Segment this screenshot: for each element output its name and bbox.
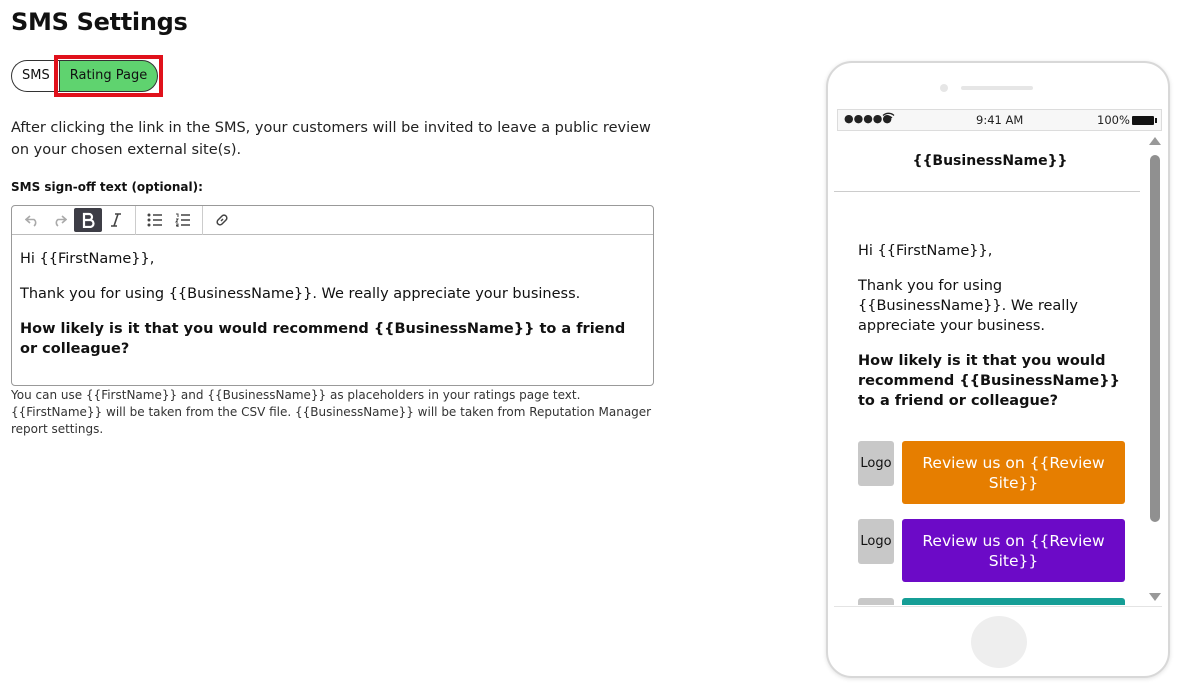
- redo-icon[interactable]: [46, 208, 74, 232]
- undo-icon[interactable]: [18, 208, 46, 232]
- review-site-logo: Logo: [858, 519, 894, 564]
- tab-sms[interactable]: SMS: [11, 60, 59, 92]
- speaker-bar: [961, 86, 1033, 90]
- scroll-up-arrow-icon[interactable]: [1149, 137, 1161, 145]
- tab-rating-page-wrapper: Rating Page: [53, 55, 164, 97]
- screen-bottom-border: [834, 606, 1162, 607]
- camera-dot: [940, 84, 948, 92]
- review-option: Logo Review us on {{Review Site}}: [858, 441, 1125, 504]
- phone-screen: ●●●●● 9:41 AM 100% {{BusinessName}} Hi {…: [834, 109, 1162, 605]
- bold-icon[interactable]: [74, 208, 102, 232]
- preview-message: Hi {{FirstName}}, Thank you for using {{…: [858, 241, 1128, 426]
- review-option: Logo Review us on {{Review Site}}: [858, 519, 1125, 582]
- review-button[interactable]: Review us on {{Review Site}}: [902, 519, 1125, 582]
- review-button[interactable]: [902, 598, 1125, 605]
- editor-thanks: Thank you for using {{BusinessName}}. We…: [20, 286, 581, 302]
- status-time: 9:41 AM: [976, 113, 1024, 127]
- page-title: SMS Settings: [11, 8, 188, 36]
- preview-business-name: {{BusinessName}}: [834, 131, 1140, 192]
- bullet-list-icon[interactable]: [141, 208, 169, 232]
- phone-preview: ●●●●● 9:41 AM 100% {{BusinessName}} Hi {…: [826, 61, 1170, 678]
- numbered-list-icon[interactable]: [169, 208, 197, 232]
- status-bar: ●●●●● 9:41 AM 100%: [837, 109, 1162, 131]
- editor-content[interactable]: Hi {{FirstName}}, Thank you for using {{…: [12, 235, 653, 373]
- review-button[interactable]: Review us on {{Review Site}}: [902, 441, 1125, 504]
- sign-off-editor: Hi {{FirstName}}, Thank you for using {{…: [11, 205, 654, 386]
- battery-icon: [1132, 116, 1157, 125]
- editor-question: How likely is it that you would recommen…: [20, 321, 626, 357]
- tab-rating-page[interactable]: Rating Page: [58, 60, 159, 92]
- intro-text: After clicking the link in the SMS, your…: [11, 120, 651, 158]
- home-button: [971, 616, 1027, 668]
- toolbar-divider: [135, 206, 136, 235]
- wifi-icon: [882, 112, 895, 125]
- link-icon[interactable]: [208, 208, 236, 232]
- editor-greeting: Hi {{FirstName}},: [20, 251, 155, 267]
- sign-off-label: SMS sign-off text (optional):: [11, 180, 203, 194]
- preview-greeting: Hi {{FirstName}},: [858, 243, 993, 259]
- review-option: [858, 598, 1125, 605]
- review-site-logo: [858, 598, 894, 605]
- tab-group: SMS Rating Page: [11, 55, 164, 97]
- scrollbar-thumb[interactable]: [1150, 155, 1160, 522]
- placeholder-help-text: You can use {{FirstName}} and {{Business…: [11, 388, 652, 436]
- battery-percent: 100%: [1097, 113, 1130, 127]
- toolbar-divider: [202, 206, 203, 235]
- editor-toolbar: [12, 206, 653, 235]
- review-site-logo: Logo: [858, 441, 894, 486]
- scroll-down-arrow-icon[interactable]: [1149, 593, 1161, 601]
- preview-thanks: Thank you for using {{BusinessName}}. We…: [858, 278, 1078, 334]
- preview-question: How likely is it that you would recommen…: [858, 353, 1120, 409]
- italic-icon[interactable]: [102, 208, 130, 232]
